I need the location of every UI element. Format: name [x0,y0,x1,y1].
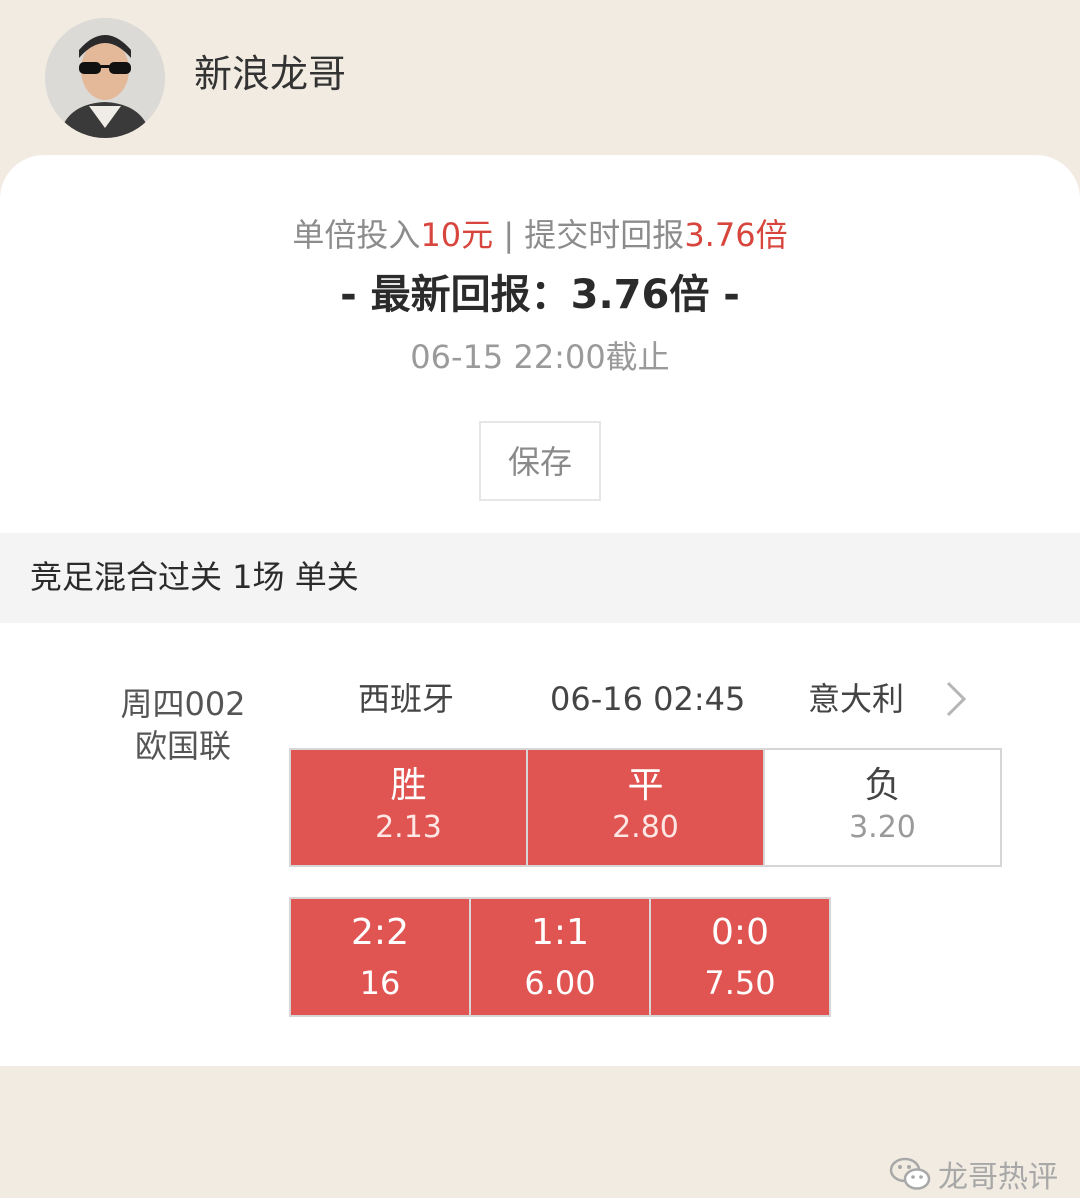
submit-return-prefix: 提交时回报 [524,216,685,254]
odds-value: 2.80 [612,810,679,845]
wechat-icon [889,1157,931,1190]
stake-prefix: 单倍投入 [292,216,421,254]
score-label: 2:2 [351,912,409,953]
section-bar: 竞足混合过关 1场 单关 [0,533,1080,623]
score-value: 16 [359,964,401,1002]
score-option[interactable]: 2:2 16 [291,899,469,1015]
score-option[interactable]: 1:1 6.00 [471,899,649,1015]
odds-row: 胜 2.13 平 2.80 负 3.20 [289,748,1002,867]
odds-label: 胜 [390,765,427,806]
avatar-photo [45,18,165,138]
username: 新浪龙哥 [194,52,347,96]
odds-value: 3.20 [849,810,916,845]
league-name: 欧国联 [134,727,231,765]
score-row: 2:2 16 1:1 6.00 0:0 7.50 [289,897,831,1017]
stake-summary: 单倍投入10元 | 提交时回报3.76倍 [0,213,1080,257]
score-value: 7.50 [704,964,776,1002]
odds-label: 负 [864,765,901,806]
latest-return: - 最新回报：3.76倍 - [340,272,740,318]
chevron-right-icon[interactable] [936,677,976,721]
score-option[interactable]: 0:0 7.50 [651,899,829,1015]
section-title: 竞足混合过关 1场 单关 [30,558,359,596]
odds-value: 2.13 [375,810,442,845]
odds-label: 平 [627,765,664,806]
save-button[interactable]: 保存 [479,421,601,501]
match-time: 06-16 02:45 [550,680,746,718]
match-id: 周四002 欧国联 [100,683,266,767]
away-team: 意大利 [808,680,905,718]
header: 新浪龙哥 [0,0,1080,160]
submit-return-value: 3.76倍 [684,216,788,254]
home-team: 西班牙 [358,680,455,718]
avatar[interactable] [45,18,165,138]
score-label: 1:1 [531,912,589,953]
watermark-text: 龙哥热评 [938,1160,1058,1195]
watermark: 龙哥热评 [888,1150,1058,1198]
deadline: 06-15 22:00截止 [410,338,670,376]
stake-amount: 10元 [420,216,494,254]
score-label: 0:0 [711,912,769,953]
odds-option-win[interactable]: 胜 2.13 [291,750,526,865]
odds-option-draw[interactable]: 平 2.80 [528,750,763,865]
bet-card: 单倍投入10元 | 提交时回报3.76倍 - 最新回报：3.76倍 - 06-1… [0,155,1080,1195]
match-number: 周四002 [120,685,246,723]
summary-separator: | [493,216,525,254]
score-value: 6.00 [524,964,596,1002]
odds-option-lose[interactable]: 负 3.20 [765,750,1000,865]
